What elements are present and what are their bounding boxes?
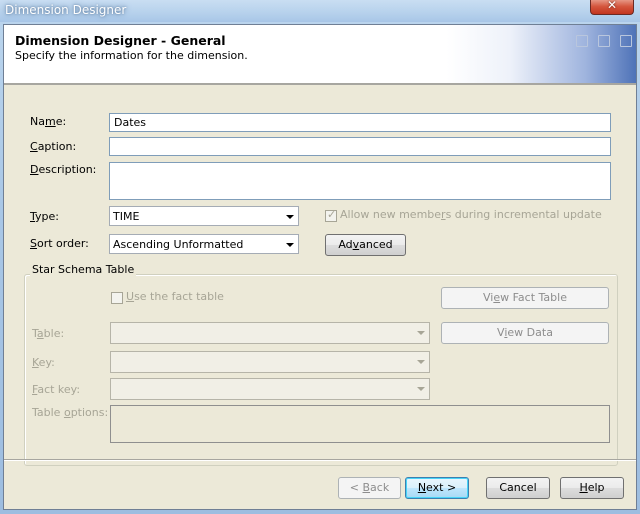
back-button[interactable]: < Back [338,477,401,499]
header-decoration-square [620,35,632,47]
next-button[interactable]: Next > [405,477,469,499]
chevron-down-icon[interactable] [413,380,428,396]
fact-key-select[interactable] [110,378,430,400]
close-icon: ✕ [606,0,618,12]
close-button[interactable]: ✕ [590,0,634,15]
caption-input[interactable] [109,137,611,156]
chevron-down-icon[interactable] [282,208,297,224]
use-fact-table-label: Use the fact table [126,290,224,303]
description-input[interactable] [109,162,611,200]
key-label: Key: [32,356,55,369]
table-options-input[interactable] [110,405,610,443]
check-icon: ✓ [327,208,337,221]
star-schema-title: Star Schema Table [30,263,137,276]
table-label: Table: [32,327,65,340]
chevron-down-icon[interactable] [282,236,297,252]
allow-new-members-label: Allow new members during incremental upd… [340,208,602,221]
description-label: Description: [30,163,97,176]
view-fact-table-button[interactable]: View Fact Table [441,287,609,309]
table-select[interactable] [110,322,430,344]
header-decoration-square [598,35,610,47]
window-title: Dimension Designer [5,3,127,17]
key-select[interactable] [110,351,430,373]
type-value: TIME [113,210,140,223]
table-options-label: Table options: [32,406,109,419]
chevron-down-icon[interactable] [413,353,428,369]
sort-order-label: Sort order: [30,237,89,250]
chevron-down-icon[interactable] [413,324,428,340]
dialog-body: Dimension Designer - General Specify the… [3,24,637,510]
type-label: Type: [30,210,59,223]
help-button[interactable]: Help [560,477,624,499]
page-title: Dimension Designer - General [15,33,226,48]
view-data-button[interactable]: View Data [441,322,609,344]
allow-new-members-checkbox[interactable]: ✓ [325,208,337,222]
sort-order-value: Ascending Unformatted [113,238,244,251]
type-select[interactable]: TIME [109,206,299,226]
header-decoration-square [576,35,588,47]
page-subtitle: Specify the information for the dimensio… [15,49,248,62]
advanced-button[interactable]: Advanced [325,234,406,256]
cancel-button[interactable]: Cancel [486,477,550,499]
sort-order-select[interactable]: Ascending Unformatted [109,234,299,254]
name-label: Name: [30,115,67,128]
name-input[interactable]: Dates [109,113,611,132]
fact-key-label: Fact key: [32,383,81,396]
wizard-header: Dimension Designer - General Specify the… [4,25,636,85]
caption-label: Caption: [30,140,77,153]
use-fact-table-checkbox[interactable] [111,292,123,304]
title-bar[interactable]: Dimension Designer ✕ [0,0,640,22]
footer-divider [4,459,636,461]
